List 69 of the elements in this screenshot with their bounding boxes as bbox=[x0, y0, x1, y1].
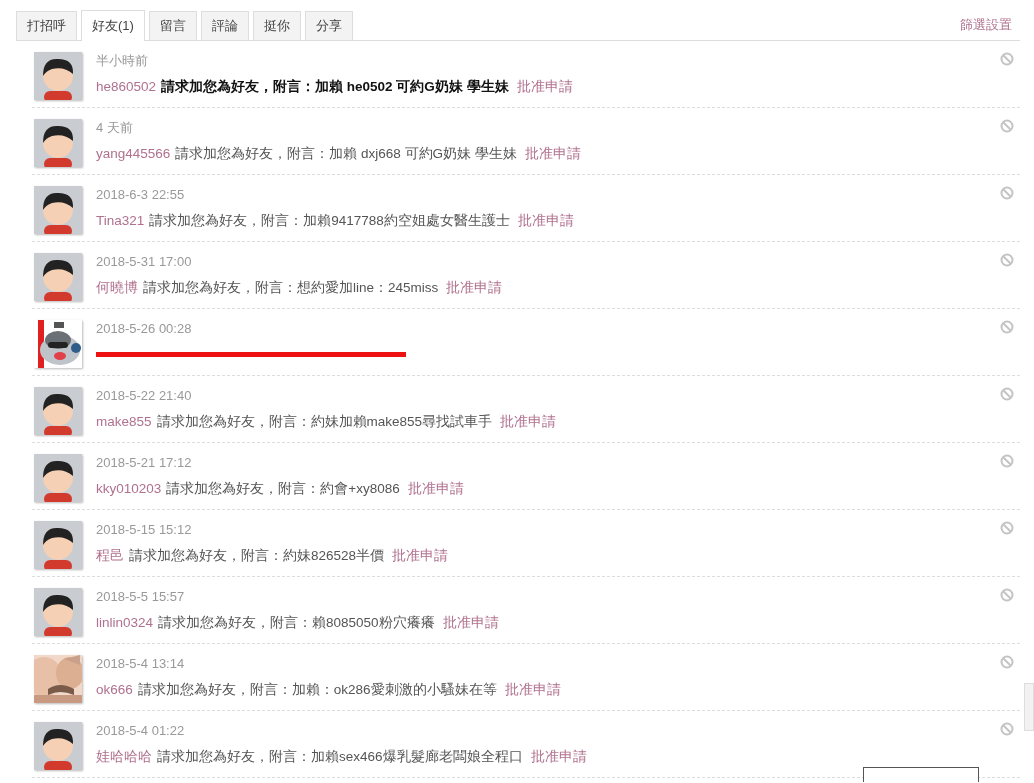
request-message: 請求加您為好友，附言：約會+xy8086 bbox=[166, 480, 400, 498]
username-link[interactable]: yang445566 bbox=[96, 145, 171, 163]
approve-link[interactable]: 批准申請 bbox=[392, 547, 449, 565]
approve-link[interactable]: 批准申請 bbox=[442, 614, 499, 632]
username-link[interactable]: 何曉博 bbox=[96, 279, 138, 297]
block-icon[interactable] bbox=[1000, 320, 1014, 334]
request-message: 請求加您為好友，附言：加賴9417788約空姐處女醫生護士 bbox=[149, 212, 510, 230]
request-message: 請求加您為好友，附言：加賴sex466爆乳髮廊老闆娘全程口 bbox=[157, 748, 523, 766]
tab[interactable]: 好友(1) bbox=[81, 10, 145, 41]
block-icon[interactable] bbox=[1000, 253, 1014, 267]
block-icon[interactable] bbox=[1000, 52, 1014, 66]
approve-link[interactable]: 批准申請 bbox=[516, 78, 573, 96]
timestamp: 2018-5-31 17:00 bbox=[96, 253, 192, 271]
tab[interactable]: 打招呼 bbox=[16, 11, 77, 40]
avatar bbox=[34, 588, 82, 636]
tab[interactable]: 留言 bbox=[148, 11, 197, 40]
timestamp: 2018-5-26 00:28 bbox=[96, 320, 192, 338]
block-icon[interactable] bbox=[1000, 588, 1014, 602]
tab[interactable]: 分享 bbox=[304, 11, 353, 40]
block-icon[interactable] bbox=[1000, 387, 1014, 401]
approve-link[interactable]: 批准申請 bbox=[407, 480, 464, 498]
username-link[interactable]: ok666 bbox=[96, 681, 133, 699]
filter-settings-link[interactable]: 篩選設置 bbox=[960, 16, 1020, 34]
timestamp: 2018-5-15 15:12 bbox=[96, 521, 192, 539]
username-link[interactable]: he860502 bbox=[96, 78, 157, 96]
approve-link[interactable]: 批准申請 bbox=[446, 279, 503, 297]
timestamp: 4 天前 bbox=[96, 119, 133, 137]
block-icon[interactable] bbox=[1000, 119, 1014, 133]
request-message: 請求加您為好友，附言：加賴：ok286愛刺激的小騷妹在等 bbox=[137, 681, 497, 699]
approve-link[interactable]: 批准申請 bbox=[530, 748, 587, 766]
timestamp: 2018-5-5 15:57 bbox=[96, 588, 185, 606]
request-message: 請求加您為好友，附言：想約愛加line：245miss bbox=[143, 279, 439, 297]
request-message: 請求加您為好友，附言：約妹加賴make855尋找試車手 bbox=[156, 413, 493, 431]
avatar bbox=[34, 521, 82, 569]
request-message: 請求加您為好友，附言：賴8085050粉穴癢癢 bbox=[158, 614, 435, 632]
username-link[interactable]: 程邑 bbox=[96, 547, 124, 565]
avatar bbox=[34, 253, 82, 301]
tab[interactable]: 評論 bbox=[200, 11, 249, 40]
block-icon[interactable] bbox=[1000, 454, 1014, 468]
approve-link[interactable]: 批准申請 bbox=[504, 681, 561, 699]
avatar bbox=[34, 119, 82, 167]
timestamp: 2018-5-4 13:14 bbox=[96, 655, 185, 673]
avatar bbox=[34, 387, 82, 435]
username-link[interactable]: Tina321 bbox=[96, 212, 145, 230]
username-link[interactable]: kky010203 bbox=[96, 480, 162, 498]
request-message: 請求加您為好友，附言：加賴 he0502 可約G奶妹 學生妹 bbox=[161, 78, 509, 96]
timestamp: 2018-5-21 17:12 bbox=[96, 454, 192, 472]
timestamp: 2018-5-4 01:22 bbox=[96, 722, 185, 740]
timestamp: 2018-6-3 22:55 bbox=[96, 186, 185, 204]
block-icon[interactable] bbox=[1000, 186, 1014, 200]
tab[interactable]: 挺你 bbox=[252, 11, 301, 40]
approve-link[interactable]: 批准申請 bbox=[524, 145, 581, 163]
avatar bbox=[34, 186, 82, 234]
timestamp: 2018-5-22 21:40 bbox=[96, 387, 192, 405]
request-message: 請求加您為好友，附言：約妹826528半價 bbox=[129, 547, 385, 565]
block-icon[interactable] bbox=[1000, 655, 1014, 669]
approve-link[interactable]: 批准申請 bbox=[517, 212, 574, 230]
block-icon[interactable] bbox=[1000, 521, 1014, 535]
username-link[interactable]: linlin0324 bbox=[96, 614, 154, 632]
timestamp: 半小時前 bbox=[96, 52, 148, 70]
block-icon[interactable] bbox=[1000, 722, 1014, 736]
approve-link[interactable]: 批准申請 bbox=[500, 413, 557, 431]
username-link[interactable]: 娃哈哈哈 bbox=[96, 748, 152, 766]
avatar bbox=[34, 722, 82, 770]
scrollbar-thumb[interactable] bbox=[1024, 683, 1034, 731]
avatar bbox=[34, 52, 82, 100]
avatar bbox=[34, 454, 82, 502]
username-link[interactable]: make855 bbox=[96, 413, 152, 431]
request-message: 請求加您為好友，附言：加賴 dxj668 可約G奶妹 學生妹 bbox=[175, 145, 517, 163]
